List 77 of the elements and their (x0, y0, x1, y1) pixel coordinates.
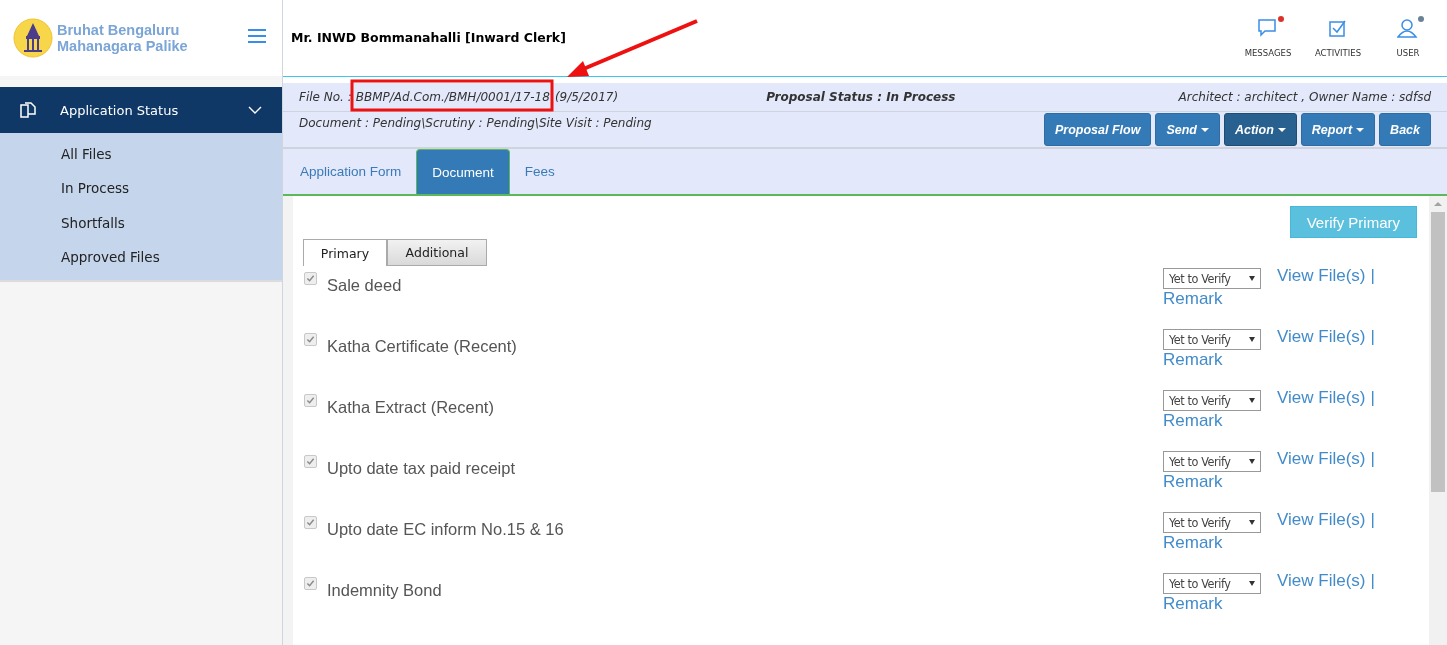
link-separator: | (1370, 388, 1375, 408)
parties-info: Architect : architect , Owner Name : sdfsd (1177, 90, 1431, 104)
brand-name: Mahanagara Palike (57, 38, 189, 54)
user-icon[interactable] (1397, 18, 1419, 38)
menu-icon[interactable] (248, 29, 266, 43)
link-separator: | (1370, 449, 1375, 469)
remark-link[interactable]: Remark (1163, 533, 1417, 553)
checkbox[interactable] (304, 333, 317, 346)
view-files-link[interactable]: View File(s) (1277, 571, 1366, 591)
view-files-link[interactable]: View File(s) (1277, 510, 1366, 530)
checkbox[interactable] (304, 272, 317, 285)
checkmark-icon (306, 335, 315, 344)
remark-link[interactable]: Remark (1163, 411, 1417, 431)
action-button[interactable]: Report (1300, 113, 1376, 146)
checkbox[interactable] (304, 577, 317, 590)
tab[interactable]: Fees (509, 149, 570, 194)
action-button[interactable]: Action (1223, 113, 1297, 146)
link-separator: | (1370, 510, 1375, 530)
user-name: Mr. INWD Bommanahalli [Inward Clerk] (291, 29, 567, 47)
remark-link[interactable]: Remark (1163, 472, 1417, 492)
view-files-link[interactable]: View File(s) (1277, 449, 1366, 469)
action-button[interactable]: Proposal Flow (1043, 113, 1152, 146)
file-date: (9/5/2017) (554, 90, 619, 104)
view-files-link[interactable]: View File(s) (1277, 388, 1366, 408)
remark-link[interactable]: Remark (1163, 594, 1417, 614)
checkbox[interactable] (304, 516, 317, 529)
nav-item[interactable]: Shortfalls (0, 205, 282, 240)
nav-item[interactable]: All Files (0, 137, 282, 172)
proposal-status: Proposal Status : In Process (766, 90, 956, 104)
action-button[interactable]: Back (1379, 113, 1431, 146)
action-button[interactable]: Send (1155, 113, 1220, 146)
checkmark-icon (306, 579, 315, 588)
tab[interactable]: Application Form (285, 149, 417, 194)
checkbox-icon[interactable] (1328, 18, 1348, 38)
checkmark-icon (306, 457, 315, 466)
subtab[interactable]: Primary (303, 239, 387, 266)
document-name: Katha Extract (Recent) (327, 398, 494, 417)
document-name: Upto date tax paid receipt (327, 459, 516, 478)
view-files-link[interactable]: View File(s) (1277, 327, 1366, 347)
document-name: Sale deed (327, 276, 402, 295)
chevron-icon (248, 106, 262, 114)
status-dropdown[interactable]: Yet to Verify (1163, 329, 1261, 350)
checkmark-icon (306, 396, 315, 405)
documents-icon (19, 101, 37, 119)
document-name: Katha Certificate (Recent) (327, 337, 517, 356)
checkbox[interactable] (304, 394, 317, 407)
document-name: Indemnity Bond (327, 581, 442, 600)
status-dropdown[interactable]: Yet to Verify (1163, 390, 1261, 411)
view-files-link[interactable]: View File(s) (1277, 266, 1366, 286)
checkmark-icon (306, 518, 315, 527)
scrollbar[interactable] (1429, 196, 1447, 645)
nav-item[interactable]: Approved Files (0, 239, 282, 275)
nav-item[interactable]: In Process (0, 171, 282, 206)
nav-section[interactable]: Application Status (0, 87, 282, 133)
remark-link[interactable]: Remark (1163, 350, 1417, 370)
temple-logo-icon (13, 18, 53, 58)
subtab[interactable]: Additional (387, 239, 487, 266)
remark-link[interactable]: Remark (1163, 289, 1417, 309)
link-separator: | (1370, 571, 1375, 591)
link-separator: | (1370, 327, 1375, 347)
status-dropdown[interactable]: Yet to Verify (1163, 512, 1261, 533)
status-dropdown[interactable]: Yet to Verify (1163, 451, 1261, 472)
action-label[interactable]: ACTIVITIES (1314, 48, 1362, 58)
action-label[interactable]: USER (1396, 48, 1420, 58)
brand-name: Bruhat Bengaluru (57, 22, 181, 38)
document-name: Upto date EC inform No.15 & 16 (327, 520, 564, 539)
checkmark-icon (306, 274, 315, 283)
file-number: BBMP/Ad.Com./BMH/0001/17-18 (355, 90, 550, 104)
action-label[interactable]: MESSAGES (1244, 48, 1292, 58)
status-dropdown[interactable]: Yet to Verify (1163, 268, 1261, 289)
chat-icon[interactable] (1257, 18, 1279, 38)
progress-status: Document : Pending\Scrutiny : Pending\Site Visit : Pending (299, 115, 653, 130)
link-separator: | (1370, 266, 1375, 286)
file-number-label: File No. : (299, 90, 352, 104)
checkbox[interactable] (304, 455, 317, 468)
status-dropdown[interactable]: Yet to Verify (1163, 573, 1261, 594)
tab[interactable]: Document (416, 149, 510, 194)
